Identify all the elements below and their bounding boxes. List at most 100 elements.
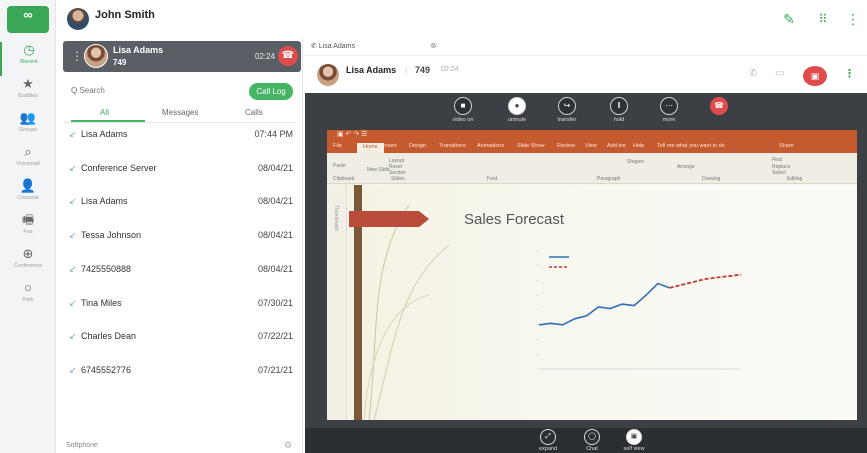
ppt-menu-view[interactable]: View <box>585 143 597 149</box>
ppt-menu-insert[interactable]: Insert <box>383 143 397 149</box>
actual-series-line <box>538 282 670 326</box>
close-tab-icon[interactable]: ⊗ <box>430 41 437 50</box>
list-item[interactable]: ↙ 7425550888 08/04/21 <box>63 261 298 295</box>
rail-item-conference[interactable]: ⊕ Conference <box>0 246 56 280</box>
ppt-menu-review[interactable]: Review <box>557 143 575 149</box>
user-avatar[interactable] <box>67 8 89 30</box>
control-label: expand <box>538 446 558 452</box>
list-item[interactable]: ↙ Lisa Adams 08/04/21 <box>63 193 298 227</box>
rail-item-groups[interactable]: 👥 Groups <box>0 110 56 144</box>
stage-bottom-bar: ⤢ expand ◯ Chat ▣ self view <box>305 428 867 453</box>
ribbon-group-label: Clipboard <box>333 176 355 182</box>
ppt-menu-file[interactable]: File <box>333 143 342 149</box>
ribbon-group-label: Paragraph <box>597 176 621 182</box>
list-item[interactable]: ↙ Charles Dean 07/22/21 <box>63 328 298 362</box>
recent-date: 07:44 PM <box>254 129 293 139</box>
rail-item-buddies[interactable]: ★ Buddies <box>0 76 56 110</box>
ppt-menu-slide-show[interactable]: Slide Show <box>517 143 545 149</box>
tab-all[interactable]: All <box>100 108 109 117</box>
list-item[interactable]: ↙ Lisa Adams 07:44 PM <box>63 126 298 160</box>
active-call-card[interactable]: ⋮ Lisa Adams 749 02:24 ☎ <box>63 41 301 72</box>
more-button[interactable]: ⋯ more <box>654 97 684 123</box>
call-direction-icon: ↙ <box>69 364 77 375</box>
screen-share-button[interactable]: ▣ <box>803 66 827 86</box>
conference-icon: ⊕ <box>22 246 34 261</box>
ribbon-select-button[interactable]: Select <box>772 170 786 176</box>
end-call-button[interactable]: ☎ <box>704 97 734 117</box>
call-direction-icon: ↙ <box>69 162 77 173</box>
ribbon-group-label: Font <box>487 176 498 182</box>
ribbon-find-button[interactable]: Find <box>772 157 782 163</box>
quick-access-icons: ▣ ↶ ↷ ☰ <box>337 131 368 138</box>
kebab-menu-icon[interactable]: ⋮ <box>844 10 862 28</box>
call-timer: 02:24 <box>255 52 276 61</box>
list-item[interactable]: ↙ Conference Server 08/04/21 <box>63 160 298 194</box>
transfer-button[interactable]: ↪ transfer <box>552 97 582 123</box>
expand-icon: ⤢ <box>540 429 556 445</box>
contact-name: Lisa Adams <box>346 65 397 75</box>
recent-date: 08/04/21 <box>257 196 293 207</box>
control-label: video on <box>452 117 474 123</box>
ribbon-arrange-button[interactable]: Arrange <box>677 164 695 170</box>
mic-icon: ● <box>508 97 526 115</box>
ppt-menu-home[interactable]: Home <box>357 143 384 153</box>
clock-icon: ◷ <box>23 42 35 57</box>
chat-button[interactable]: ◯ Chat <box>577 429 607 452</box>
ppt-menu-share[interactable]: Share <box>779 143 794 149</box>
compose-icon[interactable]: ✎ <box>780 10 798 28</box>
hangup-button[interactable]: ☎ <box>278 46 298 66</box>
recent-name: Tessa Johnson <box>81 230 142 241</box>
video-call-icon[interactable]: ▭ <box>775 68 784 79</box>
softphone-settings-icon[interactable]: ⚙ <box>284 440 292 451</box>
recent-date: 08/04/21 <box>257 263 293 274</box>
ribbon-new-slide-button[interactable]: New Slide <box>367 167 390 173</box>
ribbon-section-button[interactable]: Section <box>389 170 406 176</box>
ribbon-paste-button[interactable]: Paste <box>333 163 346 169</box>
rail-item-label: Contacts <box>17 195 39 201</box>
recent-name: Conference Server <box>81 162 157 173</box>
rail-item-contacts[interactable]: 👤 Contacts <box>0 178 56 212</box>
recent-name: Charles Dean <box>81 331 137 342</box>
list-item[interactable]: ↙ Tina Miles 07/30/21 <box>63 295 298 329</box>
voicemail-icon: ⌕ <box>24 144 32 159</box>
call-options-icon[interactable]: ⋮ <box>71 49 83 63</box>
video-icon: ■ <box>454 97 472 115</box>
rail-item-fax[interactable]: 🖷 Fax <box>0 212 56 246</box>
rail-item-park[interactable]: ○ Park <box>0 280 56 314</box>
more-options-icon[interactable]: ⋮ <box>844 67 855 80</box>
ppt-ribbon: Clipboard Slides Font Paragraph Drawing Editi… <box>327 153 857 184</box>
expand-button[interactable]: ⤢ expand <box>533 429 563 452</box>
ppt-menu-design[interactable]: Design <box>409 143 426 149</box>
ribbon-shapes-button[interactable]: Shapes <box>627 159 644 165</box>
header-separator: | <box>405 64 408 74</box>
ribbon-group-label: Slides <box>391 176 405 182</box>
self-view-button[interactable]: ▣ self view <box>619 429 649 452</box>
call-direction-icon: ↙ <box>69 297 77 308</box>
recent-date: 08/04/21 <box>257 162 293 173</box>
rail-item-voicemail[interactable]: ⌕ Voicemail <box>0 144 56 178</box>
call-log-button[interactable]: Call Log <box>249 83 293 100</box>
ppt-menu-animations[interactable]: Animations <box>477 143 504 149</box>
ppt-menu-help[interactable]: Help <box>633 143 644 149</box>
tab-messages[interactable]: Messages <box>162 108 198 117</box>
ribbon-group-label: Drawing <box>702 176 721 182</box>
contact-avatar <box>317 64 339 86</box>
list-item[interactable]: ↙ 6745552776 07/21/21 <box>63 362 298 396</box>
search-input[interactable] <box>71 82 231 98</box>
unmute-button[interactable]: ● unmute <box>502 97 532 123</box>
ppt-menu-transitions[interactable]: Transitions <box>439 143 466 149</box>
rail-item-recent[interactable]: ◷ Recent <box>0 42 56 76</box>
conversation-tab[interactable]: ✆ Lisa Adams <box>311 42 355 50</box>
list-item[interactable]: ↙ Tessa Johnson 08/04/21 <box>63 227 298 261</box>
recent-date: 07/30/21 <box>257 297 293 308</box>
dialpad-icon[interactable]: ⠿ <box>814 10 832 28</box>
video-on-button[interactable]: ■ video on <box>448 97 478 123</box>
ppt-menu-add-ins[interactable]: Add-ins <box>607 143 626 149</box>
control-label: hold <box>613 117 625 123</box>
phone-icon[interactable]: ✆ <box>749 68 757 79</box>
rail-item-label: Park <box>22 297 34 303</box>
hold-button[interactable]: ‖ hold <box>604 97 634 123</box>
tab-calls[interactable]: Calls <box>245 108 263 117</box>
park-icon: ○ <box>24 280 32 295</box>
ppt-menu-tell-me-what-you-want-to-do[interactable]: Tell me what you want to do <box>657 143 725 149</box>
